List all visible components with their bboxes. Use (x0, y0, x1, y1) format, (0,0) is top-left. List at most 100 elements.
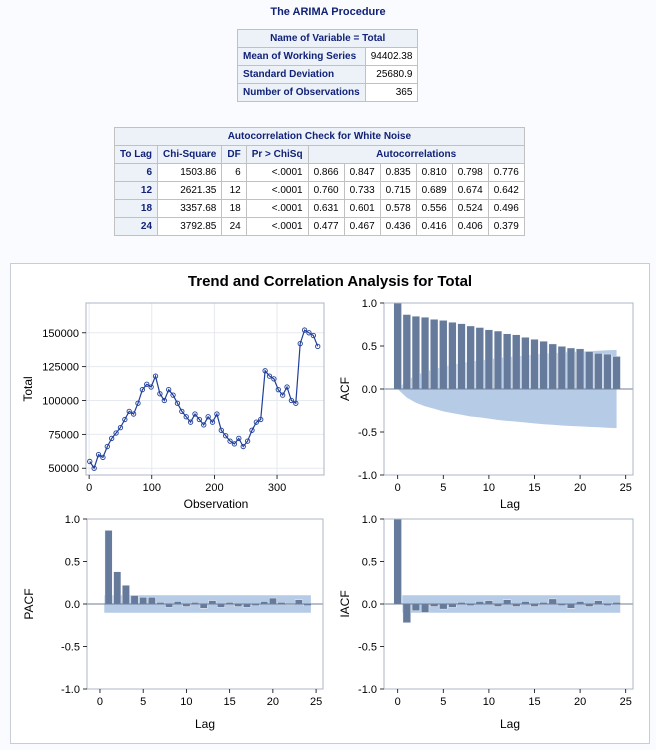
white-noise-table-title: Autocorrelation Check for White Noise (114, 127, 525, 146)
autocorr-cell: 0.436 (379, 217, 417, 236)
x-tick-label: 5 (440, 696, 446, 708)
lag-cell: 12 (113, 181, 159, 200)
y-tick-label: -1.0 (358, 684, 377, 696)
correlation-bar (439, 320, 448, 390)
correlation-bar (457, 323, 466, 390)
correlation-bar (566, 347, 576, 390)
autocorr-cell: 0.631 (307, 199, 345, 218)
correlation-bar (603, 353, 612, 390)
correlation-bar (539, 340, 548, 390)
correlation-bar (576, 348, 585, 390)
autocorr-cell: 0.733 (343, 181, 381, 200)
y-tick-label: 100000 (42, 396, 79, 408)
correlation-bar (393, 302, 402, 390)
table-row: 18 3357.68 18 <.0001 0.631 0.601 0.578 0.556 0.5… (113, 199, 525, 218)
correlation-bar (503, 599, 512, 605)
row-value: 365 (364, 83, 419, 102)
white-noise-table: Autocorrelation Check for White Noise To… (113, 127, 525, 236)
x-tick-label: 0 (97, 696, 103, 708)
correlation-bar (557, 346, 566, 390)
table-row: 12 2621.35 12 <.0001 0.760 0.733 0.715 0.689 0.6… (113, 181, 525, 200)
x-tick-label: 0 (395, 482, 401, 494)
correlation-bar (512, 334, 521, 390)
lag-cell: 24 (113, 217, 159, 236)
df-cell: 24 (221, 217, 247, 236)
variable-table-header: Name of Variable = Total (236, 29, 419, 48)
autocorr-cell: 0.866 (307, 163, 345, 182)
iacf-plot: 0 5 10 15 20 25 -1.0 -0.5 0.0 0.5 1.0 (358, 514, 634, 708)
autocorr-cell: 0.689 (415, 181, 453, 200)
correlation-bar (585, 351, 594, 390)
table-row: Number of Observations 365 (237, 83, 419, 102)
y-tick-label: -0.5 (358, 427, 377, 439)
column-header: Chi-Square (157, 145, 223, 164)
autocorr-cell: 0.760 (307, 181, 345, 200)
autocorr-cell: 0.642 (487, 181, 525, 200)
correlation-bar (122, 585, 130, 605)
table-row: 24 3792.85 24 <.0001 0.477 0.467 0.436 0.416 0.4… (113, 217, 525, 236)
y-tick-label: 150000 (42, 328, 79, 340)
correlation-bar (439, 603, 448, 610)
row-label: Mean of Working Series (237, 47, 366, 66)
autocorr-cell: 0.524 (451, 199, 489, 218)
x-tick-label: 0 (86, 482, 92, 494)
x-tick-label: 5 (440, 482, 446, 494)
pvalue-cell: <.0001 (245, 181, 309, 200)
correlation-bar (411, 603, 420, 611)
pvalue-cell: <.0001 (245, 199, 309, 218)
autocorr-cell: 0.556 (415, 199, 453, 218)
y-tick-label: 1.0 (362, 514, 377, 526)
y-tick-label: -0.5 (358, 642, 377, 654)
table-row: 6 1503.86 6 <.0001 0.866 0.847 0.835 0.810 0.798… (113, 163, 525, 182)
y-tick-label: -1.0 (358, 470, 377, 482)
x-tick-label: 20 (574, 482, 586, 494)
row-value: 94402.38 (364, 47, 419, 66)
y-tick-label: 0.0 (362, 384, 377, 396)
row-label: Number of Observations (237, 83, 366, 102)
x-tick-label: 25 (310, 696, 322, 708)
procedure-title: The ARIMA Procedure (270, 6, 386, 18)
correlation-bar (393, 518, 402, 605)
y-tick-label: 1.0 (65, 514, 80, 526)
x-tick-label: 15 (528, 482, 540, 494)
y-tick-label: -0.5 (61, 642, 80, 654)
correlation-bar (548, 343, 557, 390)
correlation-bar (430, 319, 439, 390)
x-tick-label: 20 (574, 696, 586, 708)
x-axis-label: Lag (499, 717, 521, 731)
pvalue-cell: <.0001 (245, 217, 309, 236)
autocorr-cell: 0.715 (379, 181, 417, 200)
x-tick-label: 25 (620, 482, 632, 494)
df-cell: 6 (221, 163, 247, 182)
x-tick-label: 15 (224, 696, 236, 708)
chisq-cell: 2621.35 (157, 181, 223, 200)
correlation-bar (130, 595, 139, 605)
x-tick-label: 100 (143, 482, 161, 494)
y-axis-label: IACF (338, 590, 352, 618)
autocorr-cell: 0.798 (451, 163, 489, 182)
correlation-bar (484, 600, 493, 605)
y-tick-label: 0.5 (362, 341, 377, 353)
x-tick-label: 5 (140, 696, 146, 708)
x-tick-label: 15 (528, 696, 540, 708)
chisq-cell: 3357.68 (157, 199, 223, 218)
correlation-bar (420, 316, 430, 390)
autocorr-cell: 0.379 (487, 217, 525, 236)
x-tick-label: 25 (620, 696, 632, 708)
x-tick-label: 20 (267, 696, 279, 708)
correlation-bar (217, 603, 225, 608)
x-tick-label: 10 (180, 696, 192, 708)
column-header: Pr > ChiSq (245, 145, 309, 164)
autocorr-cell: 0.496 (487, 199, 525, 218)
column-header: To Lag (113, 145, 159, 164)
correlation-bar (594, 600, 603, 605)
lag-cell: 18 (113, 199, 159, 218)
y-tick-label: 0.0 (65, 599, 80, 611)
correlation-bar (402, 314, 411, 390)
correlation-bar (503, 333, 512, 390)
autocorr-cell: 0.674 (451, 181, 489, 200)
y-tick-label: 0.5 (65, 557, 80, 569)
table-row: Standard Deviation 25680.9 (237, 65, 419, 84)
variable-info-table: Name of Variable = Total Mean of Working… (236, 29, 419, 102)
correlation-bar (448, 322, 457, 390)
